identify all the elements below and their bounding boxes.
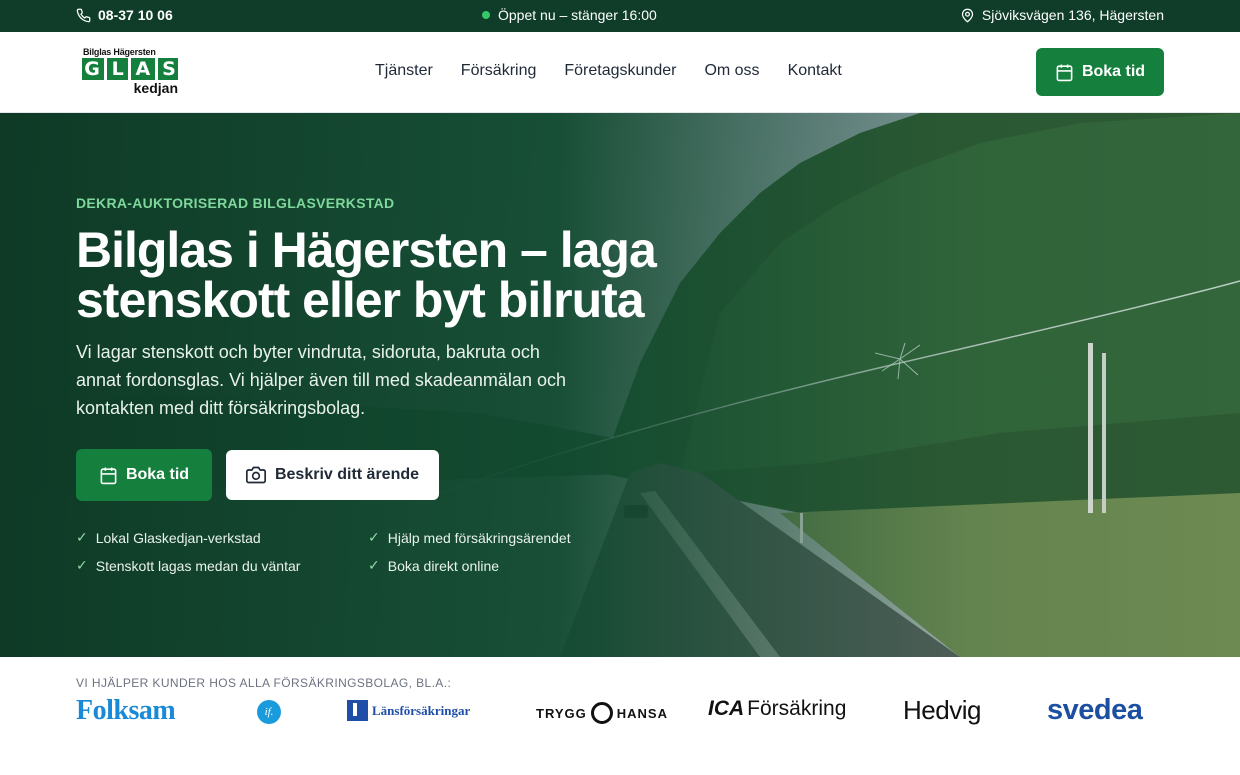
ica-text: Försäkring xyxy=(747,697,847,720)
header-book-label: Boka tid xyxy=(1081,63,1146,80)
hedvig-logo: Hedvig xyxy=(903,695,981,725)
address-link[interactable]: Sjöviksvägen 136, Hägersten xyxy=(960,7,1164,23)
trygg-hansa-logo: TRYGG HANSA xyxy=(536,702,668,724)
feature-text: Stenskott lagas medan du väntar xyxy=(95,557,301,574)
lansforsakringar-text: Länsförsäkringar xyxy=(372,702,471,718)
lansforsakringar-logo: Länsförsäkringar xyxy=(347,700,470,721)
describe-issue-button[interactable]: Beskriv ditt ärende xyxy=(226,450,439,500)
lansforsakringar-mark xyxy=(347,700,368,721)
check-icon: ✓ xyxy=(76,557,88,573)
feature-item: ✓ Lokal Glaskedjan-verkstad xyxy=(76,529,261,546)
calendar-icon xyxy=(100,467,117,484)
logo-letter: L xyxy=(111,58,124,80)
ica-mark: ICA xyxy=(708,697,745,720)
nav-item-foretagskunder[interactable]: Företagskunder xyxy=(564,62,676,80)
opening-status: Öppet nu – stänger 16:00 xyxy=(482,7,657,23)
main-nav: Tjänster Försäkring Företagskunder Om os… xyxy=(375,62,842,80)
feature-item: ✓ Hjälp med försäkringsärendet xyxy=(368,529,571,546)
trygg-hansa-ring-mark xyxy=(590,702,613,724)
logo-subtitle: Bilglas Hägersten xyxy=(83,47,156,57)
nav-item-forsakring[interactable]: Försäkring xyxy=(461,62,537,80)
hero-book-label: Boka tid xyxy=(125,466,190,483)
hero-section: DEKRA-AUKTORISERAD BILGLASVERKSTAD Bilgl… xyxy=(0,113,1240,657)
open-indicator-dot xyxy=(482,11,490,19)
logo-letter: S xyxy=(162,58,176,80)
if-logo: if. xyxy=(257,700,281,724)
logo[interactable]: Bilglas Hägersten G L A S kedjan xyxy=(82,47,182,99)
check-icon: ✓ xyxy=(368,557,380,573)
check-icon: ✓ xyxy=(368,529,380,545)
ica-forsakring-logo: ICA Försäkring xyxy=(708,697,846,721)
camera-icon xyxy=(245,466,266,484)
opening-status-text: Öppet nu – stänger 16:00 xyxy=(498,7,657,23)
address-text: Sjöviksvägen 136, Hägersten xyxy=(981,7,1164,23)
logo-letter: A xyxy=(135,58,151,80)
logo-letter: G xyxy=(84,58,100,80)
nav-item-kontakt[interactable]: Kontakt xyxy=(788,62,842,80)
page-title: Bilglas i Hägersten – laga stenskott ell… xyxy=(76,222,657,328)
phone-number: 08-37 10 06 xyxy=(98,7,173,23)
calendar-icon xyxy=(1056,64,1073,81)
folksam-logo: Folksam xyxy=(76,695,176,726)
hero-eyebrow: DEKRA-AUKTORISERAD BILGLASVERKSTAD xyxy=(76,195,395,211)
feature-text: Hjälp med försäkringsärendet xyxy=(387,529,571,546)
svedea-logo: svedea xyxy=(1047,694,1143,726)
header-book-button[interactable]: Boka tid xyxy=(1036,48,1164,96)
hero-lead-text: Vi lagar stenskott och byter vindruta, s… xyxy=(76,342,566,418)
hansa-text: HANSA xyxy=(616,705,668,721)
location-pin-icon xyxy=(961,8,974,23)
nav-item-om-oss[interactable]: Om oss xyxy=(704,62,759,80)
phone-link[interactable]: 08-37 10 06 xyxy=(76,7,173,23)
check-icon: ✓ xyxy=(76,529,88,545)
top-info-bar: 08-37 10 06 Öppet nu – stänger 16:00 Sjö… xyxy=(0,0,1240,32)
insurers-strip: VI HJÄLPER KUNDER HOS ALLA FÖRSÄKRINGSBO… xyxy=(0,657,1240,775)
logo-glas-mark: G L A S xyxy=(82,58,178,80)
phone-icon xyxy=(76,8,91,22)
site-header: Bilglas Hägersten G L A S kedjan Tjänste… xyxy=(0,32,1240,113)
hero-book-button[interactable]: Boka tid xyxy=(76,449,212,501)
trygg-text: TRYGG xyxy=(536,705,587,721)
feature-item: ✓ Boka direkt online xyxy=(368,557,499,574)
nav-item-tjanster[interactable]: Tjänster xyxy=(375,62,433,80)
insurers-label: VI HJÄLPER KUNDER HOS ALLA FÖRSÄKRINGSBO… xyxy=(76,676,452,690)
feature-item: ✓ Stenskott lagas medan du väntar xyxy=(76,557,300,574)
feature-text: Lokal Glaskedjan-verkstad xyxy=(95,529,261,546)
describe-issue-label: Beskriv ditt ärende xyxy=(274,466,420,483)
logo-kedjan: kedjan xyxy=(133,80,178,96)
feature-text: Boka direkt online xyxy=(387,557,500,574)
